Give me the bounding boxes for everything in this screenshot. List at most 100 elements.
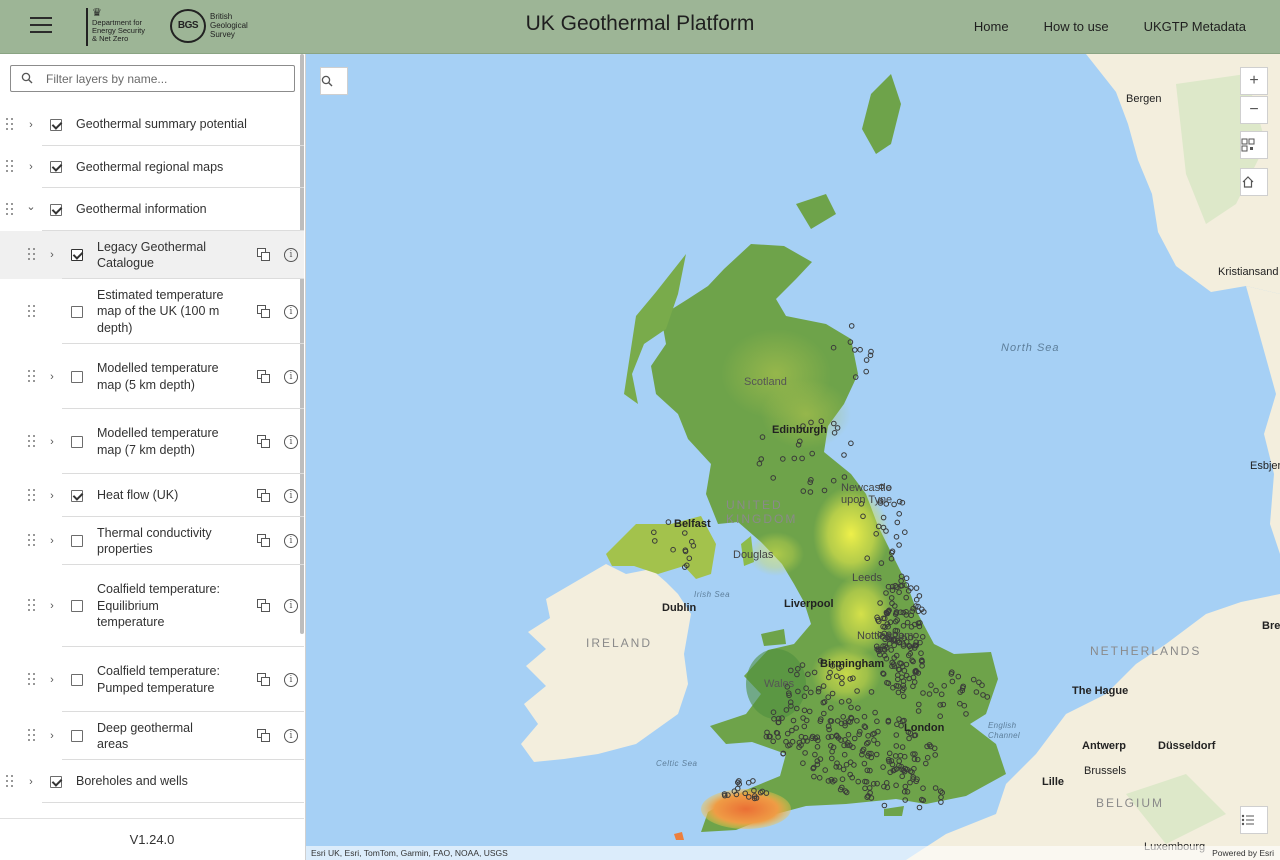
basemap[interactable] [306,54,1280,860]
layer-list-panel: › Geothermal summary potential › Geothermal… [0,54,306,860]
chevron-right-icon[interactable]: › [47,490,57,501]
layer-label: Heat flow (UK) [97,488,179,502]
drag-handle-icon[interactable] [28,599,36,613]
copy-layer-icon[interactable] [257,434,271,449]
chevron-right-icon[interactable]: › [47,674,57,685]
layer-visibility-checkbox[interactable] [71,489,83,502]
copy-layer-icon[interactable] [257,599,271,613]
layer-item-coalfield-pumped-temp[interactable]: › Coalfield temperature: Pumped temperatu… [0,647,304,712]
zoom-out-button[interactable]: − [1240,96,1268,124]
layer-visibility-checkbox[interactable] [71,535,83,547]
copy-layer-icon[interactable] [257,534,271,548]
layer-item-thermal-conductivity[interactable]: › Thermal conductivity properties i [0,517,304,565]
drag-handle-icon[interactable] [6,160,14,174]
layer-item-boreholes-and-wells[interactable]: › Boreholes and wells [0,760,304,803]
drag-handle-icon[interactable] [28,672,36,687]
hamburger-icon[interactable] [30,17,52,35]
info-icon[interactable]: i [284,304,298,319]
info-icon[interactable]: i [284,534,298,548]
layer-item-estimated-temperature-100m[interactable]: Estimated temperature map of the UK (100… [0,279,304,344]
chevron-down-icon[interactable]: ⌄ [26,201,36,212]
page-title: UK Geothermal Platform [525,12,755,35]
drag-handle-icon[interactable] [28,729,36,743]
nav-how-to-use-link[interactable]: How to use [1044,19,1109,34]
copy-layer-icon[interactable] [257,304,271,319]
layer-item-geothermal-information[interactable]: ⌄ Geothermal information [0,188,304,231]
chevron-right-icon[interactable]: › [47,436,57,447]
legend-button[interactable] [1240,806,1268,834]
copy-layer-icon[interactable] [257,369,271,384]
drag-handle-icon[interactable] [6,117,14,132]
map-view[interactable]: Bergen North Sea Kristiansand Esbjer Sco… [306,54,1280,860]
layer-visibility-checkbox[interactable] [71,370,83,383]
label-netherlands: NETHERLANDS [1090,644,1202,658]
app-header: ♛ Department for Energy Security & Net Z… [0,0,1280,54]
map-search-button[interactable] [320,67,348,95]
copy-layer-icon[interactable] [257,488,271,503]
bgs-logo-line1: British [210,12,233,21]
chevron-right-icon[interactable]: › [26,119,36,130]
label-nottingham: Nottingham [857,630,914,642]
filter-layers-field[interactable] [10,65,295,92]
chevron-right-icon[interactable]: › [26,776,36,787]
drag-handle-icon[interactable] [28,434,36,449]
copy-layer-icon[interactable] [257,248,271,262]
info-icon[interactable]: i [284,488,298,503]
label-belgium: BELGIUM [1096,796,1165,810]
layer-visibility-checkbox[interactable] [71,730,83,742]
chevron-right-icon[interactable]: › [47,250,57,261]
label-the-hague: The Hague [1072,685,1129,697]
nav-home-link[interactable]: Home [974,19,1009,34]
drag-handle-icon[interactable] [28,248,36,262]
filter-layers-input[interactable] [46,70,286,88]
layer-visibility-checkbox[interactable] [50,775,62,788]
layer-item-geothermal-regional-maps[interactable]: › Geothermal regional maps [0,146,304,188]
chevron-right-icon[interactable]: › [47,731,57,742]
layer-item-legacy-geothermal-catalogue[interactable]: › Legacy Geothermal Catalogue i [0,231,304,279]
chevron-right-icon[interactable]: › [47,371,57,382]
layer-item-modelled-temperature-5km[interactable]: › Modelled temperature map (5 km depth) i [0,344,304,409]
layer-visibility-checkbox[interactable] [71,249,83,261]
home-button[interactable] [1240,168,1268,196]
layer-item-coalfield-equilibrium-temp[interactable]: › Coalfield temperature: Equilibrium temp… [0,565,304,647]
layer-visibility-checkbox[interactable] [71,305,83,318]
chevron-right-icon[interactable]: › [26,162,36,173]
layer-label: Deep geothermal areas [97,720,193,752]
layer-visibility-checkbox[interactable] [50,118,62,131]
layer-visibility-checkbox[interactable] [50,161,62,173]
info-icon[interactable]: i [284,248,298,262]
chevron-right-icon[interactable]: › [47,536,57,547]
yorkshire-hot [829,574,893,654]
info-icon[interactable]: i [284,369,298,384]
zoom-in-button[interactable]: + [1240,67,1268,95]
drag-handle-icon[interactable] [28,369,36,384]
qr-code-icon [1241,138,1255,152]
info-icon[interactable]: i [284,434,298,449]
label-edinburgh: Edinburgh [772,424,827,436]
layer-item-modelled-temperature-7km[interactable]: › Modelled temperature map (7 km depth) i [0,409,304,474]
label-bremen: Bre [1262,620,1280,632]
copy-layer-icon[interactable] [257,672,271,687]
label-leeds: Leeds [852,572,882,584]
info-icon[interactable]: i [284,729,298,743]
drag-handle-icon[interactable] [6,202,14,217]
qr-code-button[interactable] [1240,131,1268,159]
powered-by-esri[interactable]: Powered by Esri [1212,846,1274,860]
layer-visibility-checkbox[interactable] [71,435,83,448]
layer-visibility-checkbox[interactable] [50,203,62,216]
label-english-channel: English Channel [988,721,1020,740]
info-icon[interactable]: i [284,599,298,613]
info-icon[interactable]: i [284,672,298,687]
layer-visibility-checkbox[interactable] [71,673,83,686]
drag-handle-icon[interactable] [28,488,36,503]
drag-handle-icon[interactable] [6,774,14,789]
layer-visibility-checkbox[interactable] [71,600,83,612]
drag-handle-icon[interactable] [28,534,36,548]
drag-handle-icon[interactable] [28,304,36,319]
layer-item-deep-geothermal-areas[interactable]: › Deep geothermal areas i [0,712,304,760]
layer-item-heat-flow-uk[interactable]: › Heat flow (UK) i [0,474,304,517]
nav-metadata-link[interactable]: UKGTP Metadata [1144,19,1246,34]
copy-layer-icon[interactable] [257,729,271,743]
layer-item-geothermal-summary-potential[interactable]: › Geothermal summary potential [0,103,304,146]
chevron-right-icon[interactable]: › [47,601,57,612]
